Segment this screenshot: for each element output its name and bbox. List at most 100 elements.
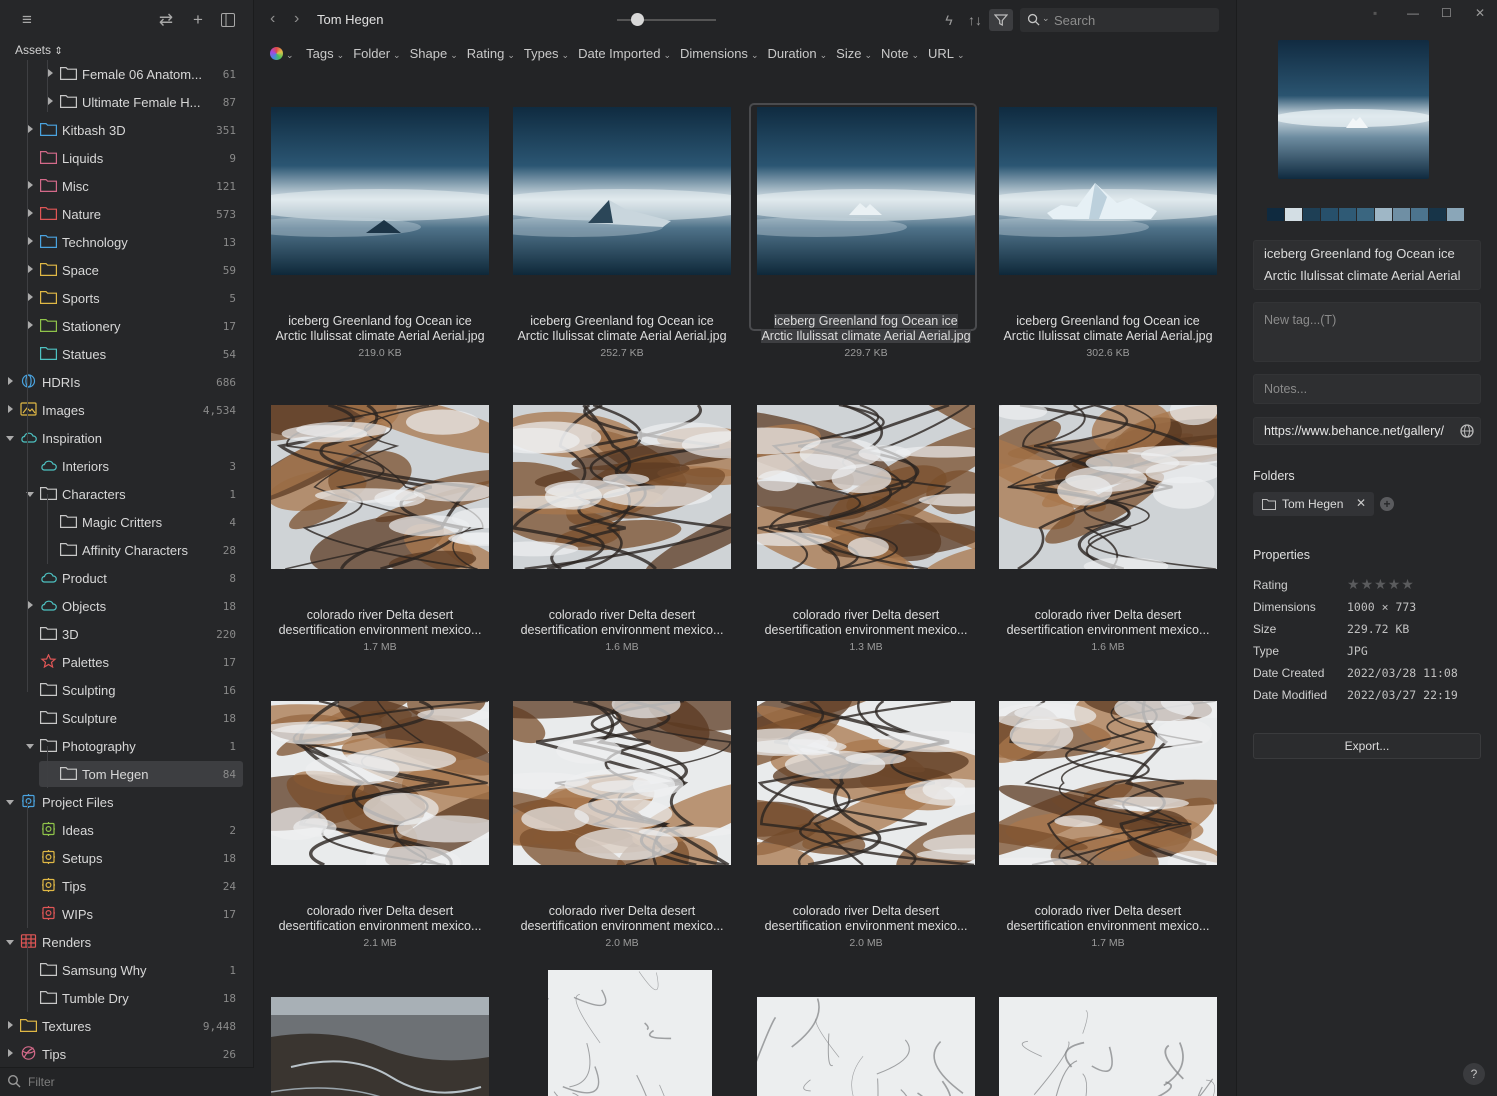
asset-thumbnail[interactable] (999, 997, 1217, 1096)
palette-swatch[interactable] (1411, 208, 1428, 221)
add-icon[interactable]: + (188, 10, 208, 30)
asset-thumbnail[interactable] (271, 405, 489, 569)
sidebar-item[interactable]: Tips 24 (0, 872, 254, 900)
filter-date-imported[interactable]: Date Imported ⌄ (578, 46, 671, 61)
add-folder-icon[interactable]: + (1380, 497, 1394, 511)
lightning-icon[interactable]: ϟ (937, 9, 961, 31)
sidebar-item[interactable]: Affinity Characters 28 (0, 536, 254, 564)
collapsed-arrow-icon[interactable] (28, 237, 33, 245)
sidebar-item[interactable]: Product 8 (0, 564, 254, 592)
filter-shape[interactable]: Shape ⌄ (410, 46, 458, 61)
assets-header[interactable]: Assets ⇕ (15, 43, 63, 57)
sidebar-item[interactable]: Palettes 17 (0, 648, 254, 676)
collapsed-arrow-icon[interactable] (28, 293, 33, 301)
sidebar-item[interactable]: Interiors 3 (0, 452, 254, 480)
sidebar-item[interactable]: Magic Critters 4 (0, 508, 254, 536)
palette-swatch[interactable] (1321, 208, 1338, 221)
collapsed-arrow-icon[interactable] (28, 601, 33, 609)
sidebar-item[interactable]: Images 4,534 (0, 396, 254, 424)
sidebar-item[interactable]: WIPs 17 (0, 900, 254, 928)
expanded-arrow-icon[interactable] (6, 436, 14, 441)
asset-thumbnail[interactable] (271, 107, 489, 275)
sidebar-item[interactable]: Sports 5 (0, 284, 254, 312)
close-icon[interactable]: ✕ (1475, 6, 1485, 20)
sort-icon[interactable]: ⇄ (156, 10, 176, 30)
sidebar-item[interactable]: Space 59 (0, 256, 254, 284)
palette-swatch[interactable] (1357, 208, 1374, 221)
asset-thumbnail[interactable] (513, 107, 731, 275)
collapsed-arrow-icon[interactable] (8, 1021, 13, 1029)
collapsed-arrow-icon[interactable] (28, 209, 33, 217)
asset-thumbnail[interactable] (513, 405, 731, 569)
sidebar-item[interactable]: Characters 1 (0, 480, 254, 508)
sidebar-item[interactable]: Textures 9,448 (0, 1012, 254, 1040)
color-filter[interactable]: ⌄ (270, 46, 294, 61)
sidebar-item[interactable]: Sculpting 16 (0, 676, 254, 704)
search-input[interactable]: ⌄ Search (1020, 8, 1219, 32)
sidebar-item[interactable]: Ultimate Female H... 87 (0, 88, 254, 116)
filter-folder[interactable]: Folder ⌄ (353, 46, 400, 61)
sidebar-item[interactable]: Renders (0, 928, 254, 956)
asset-thumbnail[interactable] (513, 701, 731, 865)
filter-icon[interactable] (989, 9, 1013, 31)
sidebar-item[interactable]: Tumble Dry 18 (0, 984, 254, 1012)
filter-size[interactable]: Size ⌄ (836, 46, 872, 61)
asset-thumbnail[interactable] (757, 701, 975, 865)
star-icon[interactable]: ★ (1401, 576, 1415, 592)
help-button[interactable]: ? (1463, 1063, 1485, 1085)
filter-dimensions[interactable]: Dimensions ⌄ (680, 46, 758, 61)
filter-types[interactable]: Types ⌄ (524, 46, 569, 61)
sidebar-item[interactable]: Sculpture 18 (0, 704, 254, 732)
collapsed-arrow-icon[interactable] (28, 125, 33, 133)
sidebar-item[interactable]: Objects 18 (0, 592, 254, 620)
asset-thumbnail[interactable] (757, 405, 975, 569)
palette-swatch[interactable] (1393, 208, 1410, 221)
palette-swatch[interactable] (1375, 208, 1392, 221)
folder-chip[interactable]: Tom Hegen ✕ (1253, 492, 1374, 516)
palette-swatch[interactable] (1303, 208, 1320, 221)
sidebar-item[interactable]: Inspiration (0, 424, 254, 452)
collapsed-arrow-icon[interactable] (48, 69, 53, 77)
pin-icon[interactable]: ▪ (1373, 6, 1377, 20)
expanded-arrow-icon[interactable] (26, 744, 34, 749)
palette-swatch[interactable] (1447, 208, 1464, 221)
asset-thumbnail[interactable] (999, 405, 1217, 569)
collapsed-arrow-icon[interactable] (28, 321, 33, 329)
tag-field[interactable]: New tag...(T) (1253, 302, 1481, 362)
sidebar-item[interactable]: Statues 54 (0, 340, 254, 368)
sidebar-item[interactable]: Tips 26 (0, 1040, 254, 1068)
palette-swatch[interactable] (1339, 208, 1356, 221)
collapsed-arrow-icon[interactable] (8, 377, 13, 385)
filter-bar[interactable]: Filter (0, 1067, 254, 1096)
asset-thumbnail[interactable] (999, 701, 1217, 865)
sidebar-item[interactable]: Stationery 17 (0, 312, 254, 340)
sidebar-item[interactable]: Liquids 9 (0, 144, 254, 172)
sidebar-item[interactable]: Ideas 2 (0, 816, 254, 844)
star-icon[interactable]: ★ (1347, 576, 1361, 592)
name-field[interactable]: iceberg Greenland fog Ocean ice Arctic I… (1253, 240, 1481, 290)
sidebar-item[interactable]: Tom Hegen 84 (0, 760, 254, 788)
filter-duration[interactable]: Duration ⌄ (767, 46, 827, 61)
rating-stars[interactable]: ★★★★★ (1347, 576, 1415, 593)
slider-knob[interactable] (631, 13, 644, 26)
expanded-arrow-icon[interactable] (6, 940, 14, 945)
back-icon[interactable]: ‹ (270, 10, 275, 28)
sidebar-item[interactable]: Female 06 Anatom... 61 (0, 60, 254, 88)
sort-order-icon[interactable]: ↑↓ (963, 9, 987, 31)
sidebar-item[interactable]: Technology 13 (0, 228, 254, 256)
collapsed-arrow-icon[interactable] (8, 405, 13, 413)
palette-swatch[interactable] (1285, 208, 1302, 221)
globe-icon[interactable] (1460, 424, 1474, 438)
collapsed-arrow-icon[interactable] (28, 265, 33, 273)
url-field[interactable]: https://www.behance.net/gallery/ (1253, 417, 1481, 445)
palette-swatch[interactable] (1429, 208, 1446, 221)
asset-thumbnail[interactable] (548, 970, 712, 1096)
sidebar-item[interactable]: HDRIs 686 (0, 368, 254, 396)
filter-tags[interactable]: Tags ⌄ (306, 46, 344, 61)
remove-folder-icon[interactable]: ✕ (1356, 496, 1366, 510)
filter-rating[interactable]: Rating ⌄ (467, 46, 515, 61)
star-icon[interactable]: ★ (1374, 576, 1388, 592)
forward-icon[interactable]: › (294, 10, 299, 28)
filter-note[interactable]: Note ⌄ (881, 46, 919, 61)
sidebar-item[interactable]: Nature 573 (0, 200, 254, 228)
